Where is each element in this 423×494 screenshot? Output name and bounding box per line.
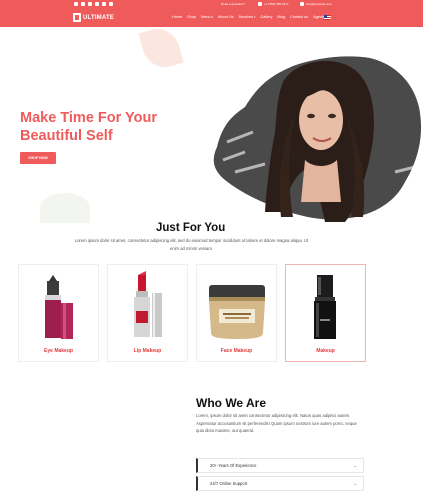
twitter-icon[interactable] <box>81 2 85 6</box>
logo-text: ULTIMATE <box>83 14 115 21</box>
category-label: Lip Makeup <box>133 348 162 354</box>
nav-item-home[interactable]: Home <box>172 15 182 19</box>
hero-portrait-image <box>213 56 422 222</box>
chevron-down-icon: ⌄ <box>353 463 357 468</box>
logo[interactable]: ULTIMATE <box>73 13 114 22</box>
nav-item-blog[interactable]: Blog <box>277 15 285 19</box>
nav-item-services[interactable]: Services <box>238 15 255 19</box>
language-flag-icon[interactable] <box>324 15 331 20</box>
phone-icon <box>258 2 262 6</box>
accordion-item-experience[interactable]: 20+ Years Of Experience ⌄ <box>196 458 364 473</box>
accordion-label: 20+ Years Of Experience <box>210 463 257 468</box>
phone-number[interactable]: +1 (555) 555 0177 <box>264 2 289 6</box>
logo-mark-icon <box>73 13 81 22</box>
nav-menu: Home Shop Menu About Us Services Gallery… <box>172 15 325 19</box>
eyeliner-pencil-icon <box>45 275 73 339</box>
youtube-icon[interactable] <box>95 2 99 6</box>
foundation-bottle-icon <box>314 275 336 339</box>
accordion-label: 24/7 Online Support <box>210 481 248 486</box>
mail-icon <box>300 2 304 6</box>
pinterest-icon[interactable] <box>109 2 113 6</box>
accordion-item-support[interactable]: 24/7 Online Support ⌄ <box>196 476 364 491</box>
top-bar: Need a question? +1 (555) 555 0177 info@… <box>0 0 423 9</box>
hero-title: Make Time For Your Beautiful Self <box>20 110 157 144</box>
lipstick-icon <box>134 271 162 337</box>
nav-item-about[interactable]: About Us <box>218 15 234 19</box>
just-for-you-title: Just For You <box>156 222 226 234</box>
category-card-lip-makeup[interactable]: Lip Makeup <box>107 264 188 362</box>
category-label: Face Makeup <box>220 348 253 354</box>
category-card-makeup[interactable]: Makeup <box>285 264 366 362</box>
who-we-are-text: Lorem, ipsum dolor sit amet consectetur … <box>196 413 357 433</box>
nav-item-contact[interactable]: Contact us <box>290 15 308 19</box>
category-label: Eye Makeup <box>44 348 73 354</box>
nav-item-menu[interactable]: Menu <box>201 15 213 19</box>
shop-now-button[interactable]: SHOP NOW <box>20 152 56 164</box>
nav-item-gallery[interactable]: Gallery <box>260 15 272 19</box>
social-links <box>74 2 113 6</box>
support-label: Need a question? <box>221 2 245 6</box>
who-we-are-title: Who We Are <box>196 396 267 410</box>
decorative-plant <box>40 193 90 223</box>
category-card-face-makeup[interactable]: Face Makeup <box>196 264 277 362</box>
linkedin-icon[interactable] <box>88 2 92 6</box>
category-cards: Eye Makeup Lip Makeup Face Makeup Makeup <box>18 264 366 362</box>
chevron-down-icon: ⌄ <box>353 481 357 486</box>
category-card-eye-makeup[interactable]: Eye Makeup <box>18 264 99 362</box>
decorative-leaf <box>138 24 184 72</box>
instagram-icon[interactable] <box>102 2 106 6</box>
facebook-icon[interactable] <box>74 2 78 6</box>
main-navigation: ULTIMATE Home Shop Menu About Us Service… <box>0 9 423 27</box>
face-cream-jar-icon <box>209 285 265 339</box>
just-for-you-description: Lorem ipsum dolor sit amet, consectetur … <box>74 238 309 251</box>
email-address[interactable]: info@example.com <box>306 2 332 6</box>
category-label: Makeup <box>316 348 335 354</box>
nav-item-shop[interactable]: Shop <box>187 15 196 19</box>
